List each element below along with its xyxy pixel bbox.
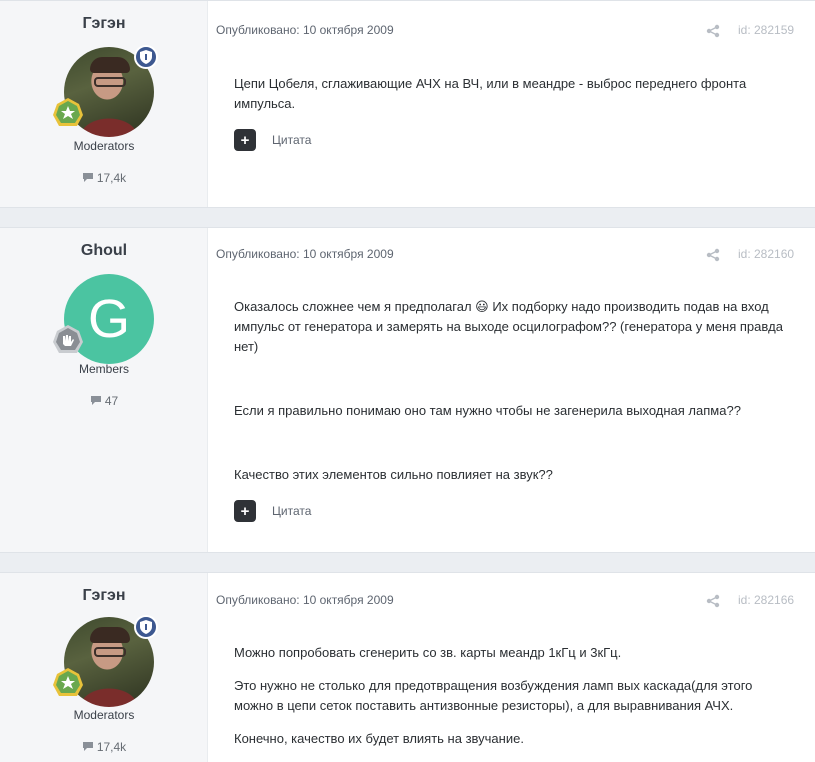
post-id[interactable]: id: 282159 bbox=[738, 23, 794, 37]
shield-icon bbox=[134, 615, 158, 639]
post-text: Если я правильно понимаю оно там нужно ч… bbox=[234, 403, 741, 418]
post-text: Качество этих элементов сильно повлияет … bbox=[234, 467, 553, 482]
share-icon[interactable] bbox=[706, 594, 720, 613]
author-panel: Гэгэн Moderators 17,4k bbox=[0, 1, 208, 207]
post-date: Опубликовано: 10 октября 2009 bbox=[216, 593, 394, 607]
author-panel: Ghoul G Members 47 bbox=[0, 228, 208, 552]
author-name[interactable]: Ghoul bbox=[0, 242, 208, 260]
quote-label[interactable]: Цитата bbox=[272, 504, 311, 518]
post: Ghoul G Members 47 Опубликовано: 10 октя… bbox=[0, 227, 815, 553]
avatar[interactable] bbox=[53, 45, 158, 137]
avatar[interactable] bbox=[53, 615, 158, 707]
post-date: Опубликовано: 10 октября 2009 bbox=[216, 247, 394, 261]
comment-icon bbox=[82, 741, 94, 755]
rank-hand-icon bbox=[53, 325, 83, 353]
share-icon[interactable] bbox=[706, 248, 720, 267]
comment-icon bbox=[90, 395, 102, 409]
post-text: Можно попробовать сгенерить со зв. карты… bbox=[234, 645, 622, 660]
post-id[interactable]: id: 282166 bbox=[738, 593, 794, 607]
post-count: 47 bbox=[0, 394, 208, 409]
comment-icon bbox=[82, 172, 94, 186]
post: Гэгэн Moderators 17,4k Опубликовано: 10 … bbox=[0, 0, 815, 208]
post: Гэгэн Moderators 17,4k Опубликовано: 10 … bbox=[0, 572, 815, 762]
post-count: 17,4k bbox=[0, 171, 208, 186]
post-date: Опубликовано: 10 октября 2009 bbox=[216, 23, 394, 37]
post-count: 17,4k bbox=[0, 740, 208, 755]
avatar[interactable]: G bbox=[53, 274, 154, 364]
author-name[interactable]: Гэгэн bbox=[0, 15, 208, 33]
post-text: Оказалось сложнее чем я предполагал 😃 Их… bbox=[234, 299, 783, 354]
author-role: Members bbox=[78, 362, 129, 376]
quote-button[interactable]: + bbox=[234, 500, 256, 522]
author-role: Moderators bbox=[73, 708, 135, 722]
share-icon[interactable] bbox=[706, 24, 720, 43]
author-name[interactable]: Гэгэн bbox=[0, 587, 208, 605]
rank-star-icon bbox=[53, 668, 83, 696]
post-id[interactable]: id: 282160 bbox=[738, 247, 794, 261]
shield-icon bbox=[134, 45, 158, 69]
post-text: Это нужно не столько для предотвращения … bbox=[234, 678, 753, 713]
quote-button[interactable]: + bbox=[234, 129, 256, 151]
author-role: Moderators bbox=[73, 139, 135, 153]
rank-star-icon bbox=[53, 98, 83, 126]
post-text: Конечно, качество их будет влиять на зву… bbox=[234, 731, 524, 746]
post-text: Цепи Цобеля, сглаживающие АЧХ на ВЧ, или… bbox=[234, 76, 747, 111]
author-panel: Гэгэн Moderators 17,4k bbox=[0, 573, 208, 762]
quote-label[interactable]: Цитата bbox=[272, 133, 311, 147]
